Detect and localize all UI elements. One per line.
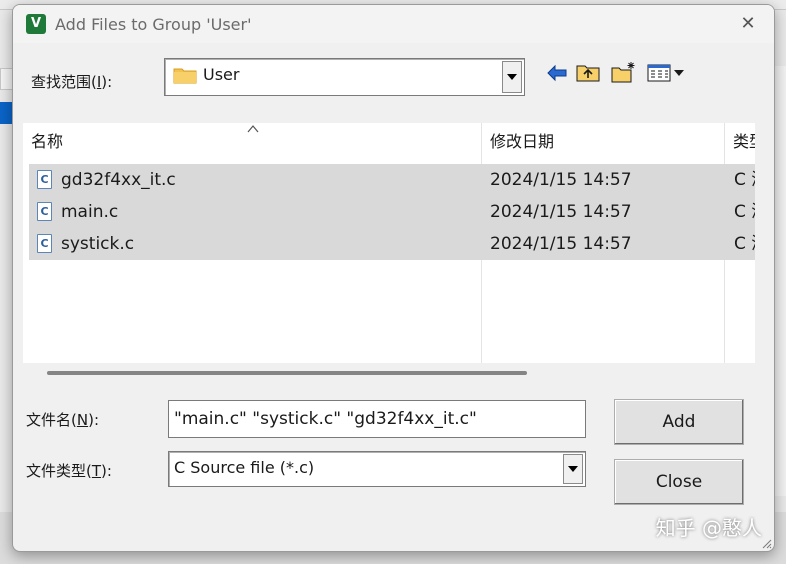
file-row[interactable]: C gd32f4xx_it.c 2024/1/15 14:57 C 源文件: [29, 164, 755, 196]
file-type-dropdown-button[interactable]: [563, 454, 583, 484]
file-type-label: 文件类型(T):: [26, 462, 112, 480]
close-button[interactable]: Close: [614, 459, 744, 505]
file-list[interactable]: 名称 修改日期 类型 C gd32f4xx_it.c 2024/1/15 14:…: [23, 123, 755, 363]
add-button[interactable]: Add: [614, 399, 744, 445]
folder-icon: [173, 68, 197, 84]
c-source-file-icon: C: [37, 202, 52, 221]
c-source-file-icon: C: [37, 170, 52, 189]
sort-ascending-icon: [247, 125, 259, 133]
file-type: C 源文件: [734, 170, 755, 190]
file-name: systick.c: [61, 234, 135, 254]
file-date: 2024/1/15 14:57: [490, 170, 632, 190]
column-header-type[interactable]: 类型: [725, 123, 755, 161]
file-type: C 源文件: [734, 234, 755, 254]
file-type-select[interactable]: C Source file (*.c): [168, 451, 586, 487]
look-in-dropdown-button[interactable]: [502, 61, 522, 93]
chevron-down-icon: [568, 466, 578, 472]
up-folder-icon[interactable]: [575, 60, 601, 84]
new-folder-icon[interactable]: [611, 60, 637, 84]
view-menu-icon[interactable]: [647, 61, 687, 85]
horizontal-scrollbar[interactable]: [47, 371, 527, 375]
add-files-dialog: V Add Files to Group 'User' ✕ 查找范围(I): U…: [12, 4, 775, 552]
back-arrow-icon[interactable]: [544, 61, 570, 85]
file-name-label: 文件名(N):: [26, 411, 99, 429]
column-header-date[interactable]: 修改日期: [482, 123, 724, 161]
chevron-down-icon: [507, 74, 517, 80]
background-panel-fragment: [774, 66, 786, 496]
file-name: main.c: [61, 202, 119, 222]
look-in-label: 查找范围(I):: [31, 73, 113, 91]
file-row[interactable]: C systick.c 2024/1/15 14:57 C 源文件: [29, 228, 755, 260]
app-logo-icon: V: [26, 14, 46, 34]
file-name-input[interactable]: "main.c" "systick.c" "gd32f4xx_it.c": [168, 400, 586, 438]
resize-grip-icon[interactable]: [760, 537, 772, 549]
file-type-value: C Source file (*.c): [174, 458, 315, 477]
file-date: 2024/1/15 14:57: [490, 234, 632, 254]
c-source-file-icon: C: [37, 234, 52, 253]
file-row[interactable]: C main.c 2024/1/15 14:57 C 源文件: [29, 196, 755, 228]
close-window-icon[interactable]: ✕: [734, 11, 762, 37]
look-in-value: User: [203, 65, 240, 84]
title-bar: V Add Files to Group 'User' ✕: [13, 5, 774, 43]
file-name: gd32f4xx_it.c: [61, 170, 176, 190]
file-date: 2024/1/15 14:57: [490, 202, 632, 222]
look-in-combo[interactable]: User: [164, 58, 525, 96]
watermark: 知乎 @憨人: [655, 516, 762, 540]
file-type: C 源文件: [734, 202, 755, 222]
dialog-title: Add Files to Group 'User': [55, 15, 252, 34]
